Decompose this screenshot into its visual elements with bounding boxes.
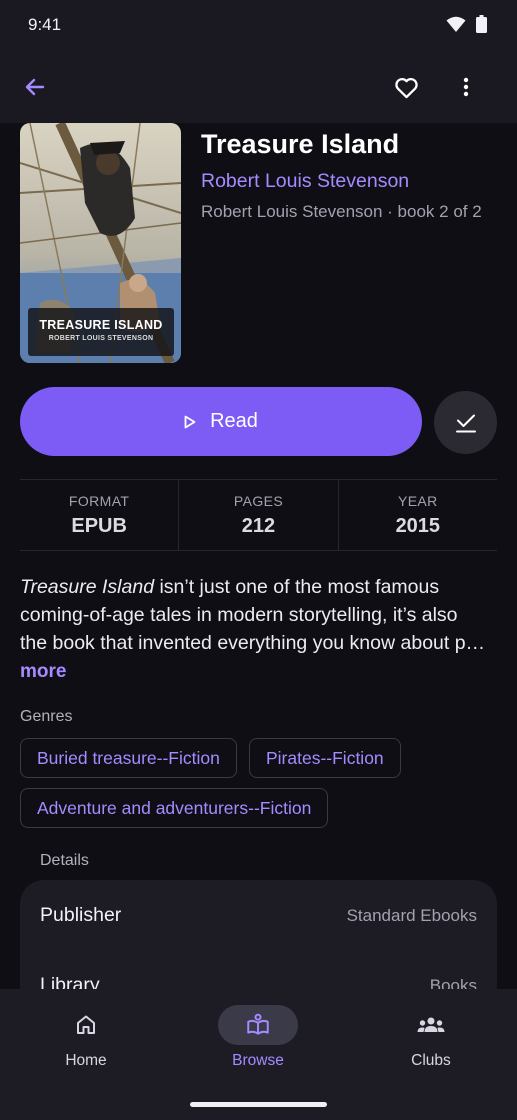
book-cover: TREASURE ISLAND ROBERT LOUIS STEVENSON <box>20 123 181 363</box>
cover-title: TREASURE ISLAND <box>39 318 163 332</box>
genre-chip[interactable]: Pirates--Fiction <box>249 738 401 778</box>
bottom-navigation: Home Browse Clubs <box>0 989 517 1120</box>
description-line: the book that invented everything you kn… <box>20 632 486 654</box>
detail-row-library: Library Books <box>40 974 477 989</box>
book-author-link[interactable]: Robert Louis Stevenson <box>201 170 409 193</box>
book-details-content[interactable]: TREASURE ISLAND ROBERT LOUIS STEVENSON T… <box>0 123 517 989</box>
cover-author: ROBERT LOUIS STEVENSON <box>48 335 154 342</box>
genre-chip[interactable]: Adventure and adventurers--Fiction <box>20 788 329 828</box>
battery-icon <box>476 15 487 33</box>
detail-value: Standard Ebooks <box>346 905 477 925</box>
status-time: 9:41 <box>28 15 62 34</box>
arrow-back-icon <box>25 78 45 96</box>
detail-key: Library <box>40 974 100 989</box>
stat-label: PAGES <box>233 493 284 509</box>
description-line: isn’t just one of the most famous <box>154 576 440 598</box>
nav-label: Clubs <box>411 1052 451 1069</box>
detail-key: Publisher <box>40 904 122 926</box>
book-stats: FORMAT EPUB PAGES 212 YEAR 2015 <box>20 480 497 550</box>
stat-pages: PAGES 212 <box>178 480 337 550</box>
divider <box>20 550 497 551</box>
mark-as-read-button[interactable] <box>434 391 497 454</box>
stat-label: YEAR <box>397 493 438 509</box>
nav-pill <box>391 1005 471 1045</box>
favorite-button[interactable] <box>384 65 428 109</box>
detail-row-publisher: Publisher Standard Ebooks <box>40 904 477 927</box>
stat-format: FORMAT EPUB <box>20 480 178 550</box>
more-vert-icon <box>463 77 469 97</box>
heart-outline-icon <box>394 77 418 98</box>
play-outline-icon <box>184 415 196 428</box>
nav-item-home[interactable]: Home <box>36 1005 136 1070</box>
genre-chip[interactable]: Buried treasure--Fiction <box>20 738 237 778</box>
back-button[interactable] <box>13 65 57 109</box>
stat-value: EPUB <box>71 515 127 537</box>
cover-title-plate: TREASURE ISLAND ROBERT LOUIS STEVENSON <box>28 308 174 356</box>
stat-label: FORMAT <box>68 493 130 509</box>
nav-label: Home <box>65 1052 107 1069</box>
app-bar <box>0 52 517 123</box>
stat-value: 2015 <box>395 515 441 537</box>
home-icon <box>77 1015 95 1034</box>
more-link[interactable]: more <box>20 661 66 683</box>
read-button[interactable]: Read <box>20 387 422 456</box>
status-icons <box>446 15 487 33</box>
wifi-icon <box>446 16 466 32</box>
book-description: Treasure Island isn’t just one of the mo… <box>20 573 497 657</box>
description-line: coming-of-age tales in modern storytelli… <box>20 604 458 626</box>
read-button-label: Read <box>210 410 258 432</box>
groups-icon <box>417 1017 445 1032</box>
details-heading: Details <box>40 852 89 869</box>
stat-year: YEAR 2015 <box>337 480 497 550</box>
check-icon <box>455 414 476 432</box>
detail-value: Books <box>429 975 477 990</box>
nav-item-browse[interactable]: Browse <box>208 1005 308 1070</box>
book-series: Robert Louis Stevenson · book 2 of 2 <box>201 202 482 221</box>
status-bar: 9:41 <box>0 0 517 52</box>
book-title: Treasure Island <box>201 129 400 159</box>
nav-label: Browse <box>232 1052 284 1069</box>
more-options-button[interactable] <box>444 65 488 109</box>
nav-item-clubs[interactable]: Clubs <box>381 1005 481 1070</box>
nav-pill-active <box>218 1005 298 1045</box>
nav-pill <box>46 1005 126 1045</box>
stat-value: 212 <box>241 515 276 537</box>
home-indicator[interactable] <box>190 1102 327 1107</box>
genres-heading: Genres <box>20 708 73 725</box>
description-italic-title: Treasure Island <box>20 576 155 598</box>
details-card: Publisher Standard Ebooks Library Books <box>20 880 497 989</box>
book-open-icon <box>247 1013 269 1035</box>
